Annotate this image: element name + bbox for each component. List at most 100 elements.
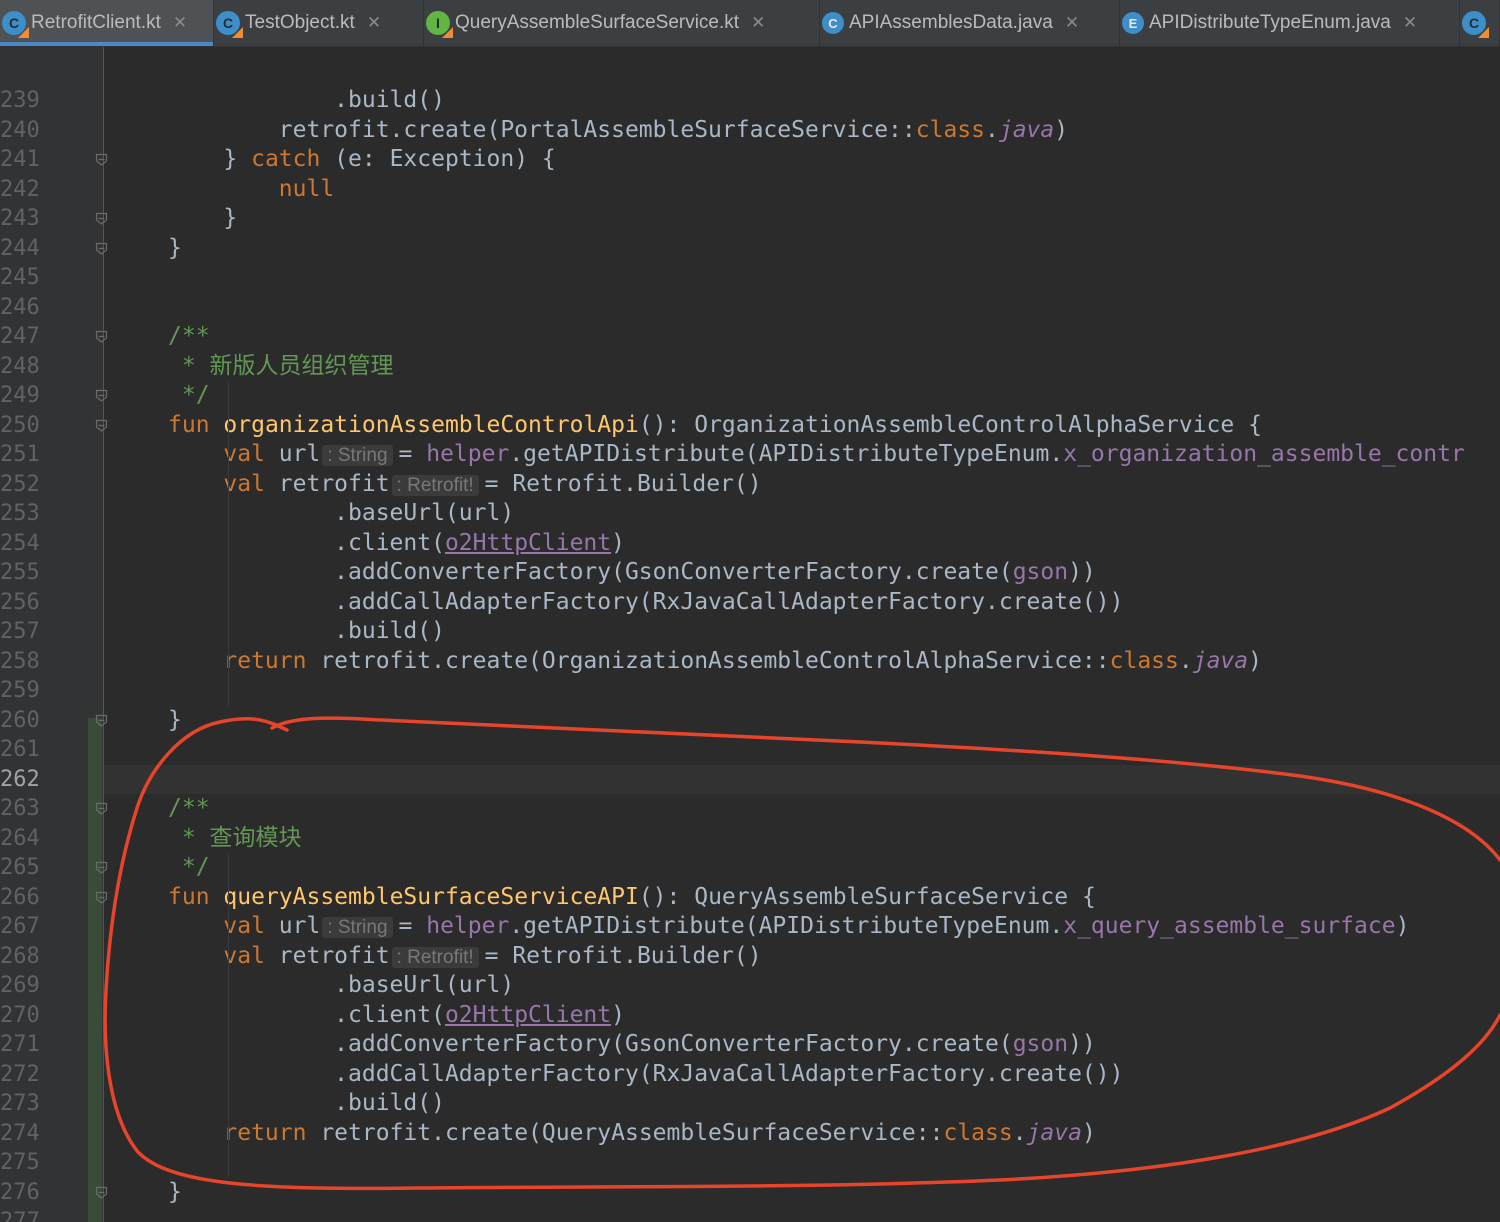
code-line[interactable]: } catch (e: Exception) { [168, 145, 555, 175]
close-icon[interactable]: ✕ [1403, 13, 1417, 33]
line-number: 270 [0, 1002, 40, 1028]
code-line[interactable]: .addCallAdapterFactory(RxJavaCallAdapter… [168, 1060, 1123, 1090]
code-token: .getAPIDistribute(APIDistributeTypeEnum. [509, 913, 1064, 939]
code-line[interactable]: .baseUrl(url) [168, 499, 514, 529]
code-line[interactable]: null [168, 175, 334, 205]
code-line[interactable]: * 新版人员组织管理 [168, 352, 394, 382]
code-line[interactable]: } [168, 204, 237, 234]
code-line[interactable]: .build() [168, 1089, 445, 1119]
code-line[interactable]: .addConverterFactory(GsonConverterFactor… [168, 1030, 1096, 1060]
code-line[interactable]: .build() [168, 86, 445, 116]
code-token: ) [1248, 647, 1262, 674]
code-token: . [985, 116, 999, 143]
fold-marker-icon[interactable] [95, 1186, 108, 1199]
code-line[interactable]: .baseUrl(url) [168, 971, 514, 1001]
code-line[interactable]: } [168, 234, 182, 264]
tab-label: QueryAssembleSurfaceService.kt [455, 12, 740, 33]
code-line[interactable]: return retrofit.create(OrganizationAssem… [168, 647, 1262, 677]
code-line[interactable]: val retrofit: Retrofit! = Retrofit.Builde… [168, 470, 761, 500]
code-line[interactable]: .client(o2HttpClient) [168, 1001, 625, 1031]
editor-tab[interactable]: E APIDistributeTypeEnum.java ✕ [1120, 0, 1460, 46]
close-icon[interactable]: ✕ [173, 13, 187, 33]
code-line[interactable]: /** [168, 322, 210, 352]
close-icon[interactable]: ✕ [751, 13, 765, 33]
code-line[interactable]: .addCallAdapterFactory(RxJavaCallAdapter… [168, 588, 1123, 618]
code-line[interactable]: retrofit.create(PortalAssembleSurfaceSer… [168, 116, 1068, 146]
code-token: .addCallAdapterFactory(RxJavaCallAdapter… [168, 1060, 1124, 1087]
line-number: 250 [0, 412, 40, 438]
indent-guide [228, 381, 229, 706]
fold-marker-icon[interactable] [95, 153, 108, 166]
code-token: return [223, 647, 307, 674]
code-token: )) [1068, 1031, 1096, 1057]
current-line-highlight [104, 764, 1500, 794]
editor-tab[interactable]: C [1460, 0, 1500, 46]
fold-marker-icon[interactable] [95, 330, 108, 343]
code-token: java [998, 116, 1055, 143]
code-token: retrofit.create(QueryAssembleSurfaceServ… [306, 1119, 944, 1146]
fold-marker-icon[interactable] [95, 714, 108, 727]
code-token: fun [168, 883, 210, 910]
fold-marker-icon[interactable] [95, 212, 108, 225]
code-line[interactable]: fun organizationAssembleControlApi(): Or… [168, 411, 1262, 441]
code-token: url [264, 441, 321, 467]
code-token: helper [426, 441, 510, 467]
code-token: gson [1012, 559, 1069, 585]
fold-marker-icon[interactable] [95, 242, 108, 255]
fold-marker-icon[interactable] [95, 891, 108, 904]
code-token: . [1178, 647, 1193, 674]
code-token: } [168, 706, 182, 733]
code-line[interactable]: return retrofit.create(QueryAssembleSurf… [168, 1119, 1095, 1149]
fold-marker-icon[interactable] [95, 419, 108, 432]
code-token: .addConverterFactory(GsonConverterFactor… [168, 1031, 1013, 1057]
code-line[interactable]: val retrofit: Retrofit! = Retrofit.Builde… [168, 942, 762, 972]
editor-tab[interactable]: C TestObject.kt ✕ [214, 0, 424, 46]
code-line[interactable]: .addConverterFactory(GsonConverterFactor… [168, 558, 1096, 588]
close-icon[interactable]: ✕ [1065, 13, 1079, 33]
kotlin-file-icon: C [1462, 11, 1489, 38]
fold-marker-icon[interactable] [95, 802, 108, 815]
editor-tab[interactable]: I QueryAssembleSurfaceService.kt ✕ [424, 0, 820, 46]
code-editor[interactable]: 239 .build() 240 retrofit.create(PortalAs… [0, 47, 1500, 1222]
code-token: ) [1054, 116, 1069, 143]
line-number: 245 [0, 265, 40, 290]
line-number: 253 [0, 501, 40, 526]
line-number: 259 [0, 678, 40, 703]
code-line[interactable]: /** [168, 794, 210, 824]
close-icon[interactable]: ✕ [367, 13, 381, 33]
code-token: val [223, 913, 265, 939]
code-line[interactable]: val url: String = helper.getAPIDistribute… [168, 912, 1409, 942]
code-line[interactable]: } [168, 706, 182, 736]
code-token: .build() [168, 618, 445, 644]
code-line[interactable]: */ [168, 381, 210, 411]
tab-label: RetrofitClient.kt [31, 12, 161, 33]
line-number: 269 [0, 973, 40, 998]
line-number: 251 [0, 442, 40, 467]
line-number: 239 [0, 88, 40, 113]
code-token: helper [426, 913, 510, 939]
line-number: 276 [0, 1179, 40, 1205]
line-number: 255 [0, 560, 40, 585]
java-enum-icon: E [1122, 12, 1144, 34]
code-line[interactable]: fun queryAssembleSurfaceServiceAPI(): Qu… [168, 883, 1096, 913]
tab-label: APIDistributeTypeEnum.java [1149, 12, 1391, 33]
editor-tab[interactable]: C APIAssemblesData.java ✕ [820, 0, 1120, 46]
line-number: 274 [0, 1120, 40, 1146]
fold-marker-icon[interactable] [95, 389, 108, 402]
code-token: retrofit.create(PortalAssembleSurfaceSer… [168, 116, 916, 143]
code-token: = Retrofit.Builder() [484, 942, 762, 969]
code-line[interactable]: } [168, 1178, 182, 1208]
code-token: } [168, 234, 182, 261]
editor-tab[interactable]: C RetrofitClient.kt ✕ [0, 0, 214, 46]
code-line[interactable]: val url: String = helper.getAPIDistribute… [168, 440, 1464, 470]
fold-marker-icon[interactable] [95, 861, 108, 874]
code-line[interactable]: .client(o2HttpClient) [168, 529, 625, 559]
line-number: 262 [0, 766, 40, 792]
code-line[interactable]: * 查询模块 [168, 824, 302, 854]
line-number: 277 [0, 1209, 40, 1222]
code-line[interactable]: */ [168, 853, 210, 883]
code-token: x_query_assemble_surface [1063, 913, 1396, 939]
code-line[interactable]: .build() [168, 617, 445, 647]
